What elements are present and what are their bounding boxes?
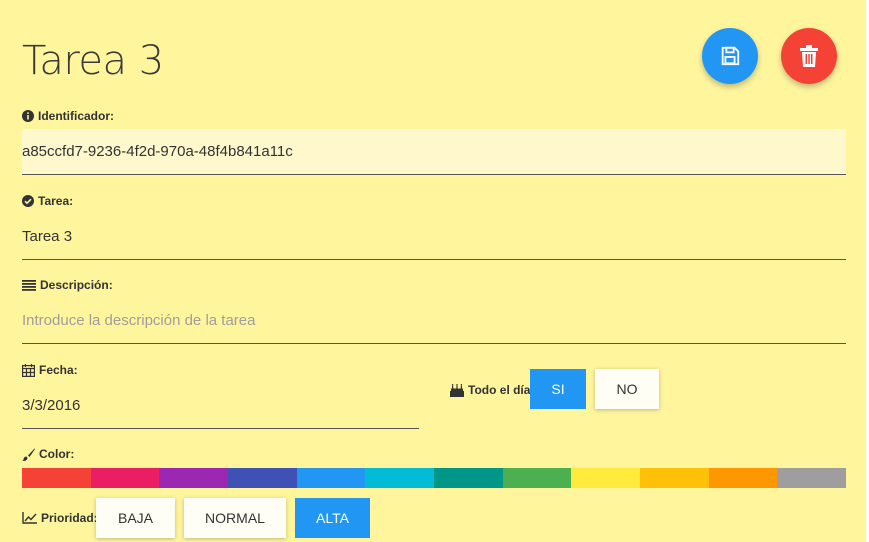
color-swatch[interactable]	[502, 468, 572, 488]
todo-el-dia-label: Todo el día:	[450, 383, 534, 397]
fecha-field[interactable]: 3/3/2016	[22, 383, 419, 429]
descripcion-placeholder: Introduce la descripción de la tarea	[22, 312, 256, 329]
task-card: Tarea 3 Identificador: a85ccfd7-9236-4f2…	[0, 0, 866, 542]
descripcion-label-text: Descripción:	[40, 278, 113, 292]
identificador-label: Identificador:	[22, 109, 114, 123]
color-swatch[interactable]	[159, 468, 229, 488]
fecha-label-text: Fecha:	[39, 363, 78, 377]
color-swatch[interactable]	[296, 468, 366, 488]
todo-el-dia-label-text: Todo el día:	[468, 383, 535, 397]
identificador-value: a85ccfd7-9236-4f2d-970a-48f4b841a11c	[22, 143, 293, 160]
color-swatch[interactable]	[434, 468, 503, 488]
tarea-field[interactable]: Tarea 3	[22, 214, 846, 260]
color-swatch[interactable]	[90, 468, 160, 488]
fecha-value: 3/3/2016	[22, 397, 81, 414]
prioridad-label: Prioridad:	[22, 511, 98, 525]
floppy-disk-icon	[721, 46, 740, 66]
save-button[interactable]	[702, 28, 758, 84]
color-swatch[interactable]	[228, 468, 297, 488]
tarea-value: Tarea 3	[22, 228, 73, 245]
color-label: Color:	[22, 447, 74, 461]
color-swatch[interactable]	[777, 468, 847, 488]
color-swatch[interactable]	[640, 468, 709, 488]
align-justify-icon	[22, 279, 36, 291]
color-swatch[interactable]	[365, 468, 435, 488]
prioridad-normal-button[interactable]: NORMAL	[184, 498, 286, 538]
color-swatch[interactable]	[571, 468, 641, 488]
descripcion-field[interactable]: Introduce la descripción de la tarea	[22, 298, 846, 344]
paint-brush-icon	[22, 448, 35, 461]
identificador-field[interactable]: a85ccfd7-9236-4f2d-970a-48f4b841a11c	[22, 129, 846, 175]
line-chart-icon	[22, 512, 37, 524]
fecha-label: Fecha:	[22, 363, 78, 377]
descripcion-label: Descripción:	[22, 278, 113, 292]
check-circle-icon	[22, 195, 34, 207]
birthday-cake-icon	[450, 383, 464, 397]
todo-el-dia-no-button[interactable]: NO	[595, 369, 659, 409]
delete-button[interactable]	[781, 28, 837, 84]
trash-icon	[800, 45, 818, 67]
identificador-label-text: Identificador:	[38, 109, 115, 123]
prioridad-alta-button[interactable]: ALTA	[295, 498, 370, 538]
todo-el-dia-si-button[interactable]: SI	[530, 369, 586, 409]
color-swatch[interactable]	[22, 468, 91, 488]
color-swatch[interactable]	[708, 468, 778, 488]
page-title: Tarea 3	[22, 38, 164, 84]
prioridad-baja-button[interactable]: BAJA	[96, 498, 175, 538]
prioridad-label-text: Prioridad:	[41, 511, 98, 525]
color-palette	[22, 468, 847, 488]
calendar-icon	[22, 363, 35, 377]
color-label-text: Color:	[39, 447, 75, 461]
tarea-label-text: Tarea:	[38, 194, 74, 208]
info-circle-icon	[22, 110, 34, 122]
tarea-label: Tarea:	[22, 194, 73, 208]
